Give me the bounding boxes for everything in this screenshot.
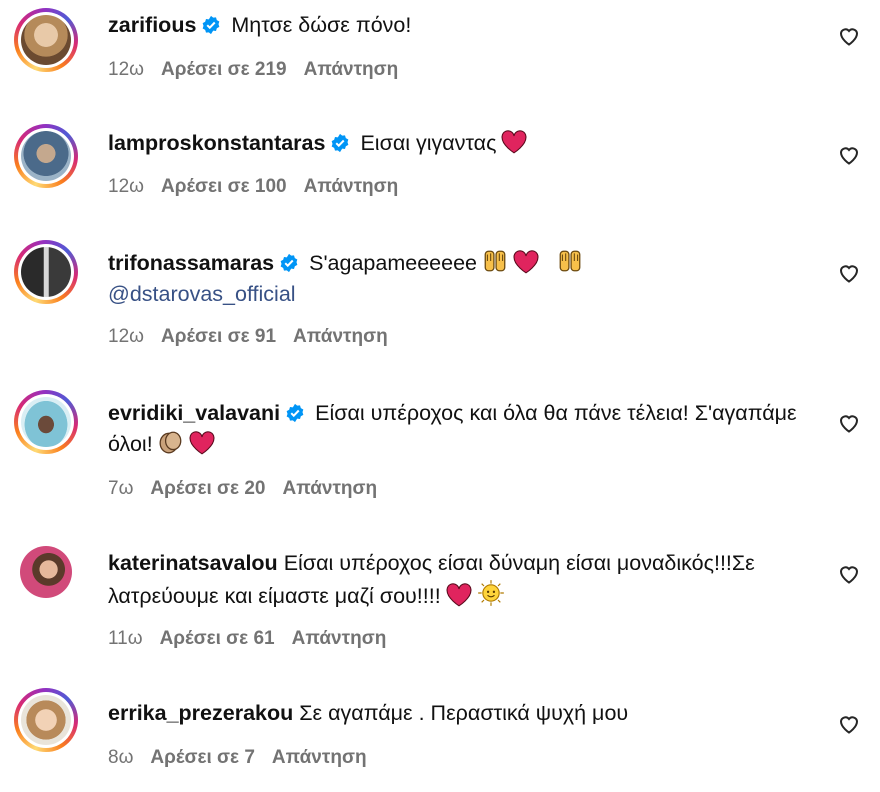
like-heart-icon[interactable] (837, 261, 861, 285)
like-heart-icon[interactable] (837, 562, 861, 586)
mention-link[interactable]: @dstarovas_official (108, 282, 296, 306)
username[interactable]: trifonassamaras (108, 251, 274, 275)
comment-text: Σε αγαπάμε . Περαστικά ψυχή μου (299, 701, 629, 725)
clapping-hands-emoji-icon (159, 431, 182, 454)
avatar[interactable] (14, 8, 78, 72)
reply-button[interactable]: Απάντηση (304, 59, 399, 80)
username[interactable]: errika_prezerakou (108, 701, 293, 725)
username[interactable]: evridiki_valavani (108, 401, 280, 425)
red-heart-emoji-icon (446, 583, 472, 607)
username[interactable]: katerinatsavalou (108, 551, 278, 575)
likes-count[interactable]: Αρέσει σε 20 (150, 478, 265, 499)
verified-badge-icon (203, 15, 220, 35)
comment-body: errika_prezerakou Σε αγαπάμε . Περαστικά … (108, 698, 808, 729)
timestamp[interactable]: 12ω (108, 176, 144, 197)
reply-button[interactable]: Απάντηση (282, 478, 377, 499)
comment-body: katerinatsavalou Είσαι υπέροχος είσαι δύν… (108, 548, 808, 612)
like-heart-icon[interactable] (837, 24, 861, 48)
comment-body: trifonassamaras S'agapameeeeee @dstarova… (108, 248, 808, 310)
avatar[interactable] (14, 240, 78, 304)
likes-count[interactable]: Αρέσει σε 219 (161, 59, 287, 80)
avatar[interactable] (14, 124, 78, 188)
red-heart-emoji-icon (513, 250, 539, 274)
comment-text: Μητσε δώσε πόνο! (231, 13, 412, 37)
reply-button[interactable]: Απάντηση (293, 326, 388, 347)
verified-badge-icon (332, 133, 349, 153)
like-heart-icon[interactable] (837, 712, 861, 736)
reply-button[interactable]: Απάντηση (292, 628, 387, 649)
comment-text: S'agapameeeeee (309, 251, 477, 275)
comment-body: evridiki_valavani Είσαι υπέροχος και όλα… (108, 398, 808, 460)
likes-count[interactable]: Αρέσει σε 100 (161, 176, 287, 197)
verified-badge-icon (286, 403, 304, 423)
username[interactable]: lamproskonstantaras (108, 131, 325, 155)
like-heart-icon[interactable] (837, 143, 861, 167)
likes-count[interactable]: Αρέσει σε 91 (161, 326, 276, 347)
comment-text: Εισαι γιγαντας (360, 131, 497, 155)
timestamp[interactable]: 8ω (108, 747, 133, 768)
timestamp[interactable]: 11ω (108, 628, 143, 649)
reply-button[interactable]: Απάντηση (272, 747, 367, 768)
comment-body: lamproskonstantaras Εισαι γιγαντας (108, 128, 808, 159)
comment-meta: 11ω Αρέσει σε 61 Απάντηση (108, 628, 403, 650)
comment-meta: 12ω Αρέσει σε 219 Απάντηση (108, 59, 415, 81)
verified-badge-icon (280, 253, 298, 273)
raising-hands-emoji-icon (559, 250, 581, 272)
comment-meta: 12ω Αρέσει σε 91 Απάντηση (108, 326, 405, 348)
likes-count[interactable]: Αρέσει σε 7 (150, 747, 254, 768)
avatar[interactable] (14, 390, 78, 454)
timestamp[interactable]: 7ω (108, 478, 133, 499)
timestamp[interactable]: 12ω (108, 326, 144, 347)
username[interactable]: zarifious (108, 13, 196, 37)
red-heart-emoji-icon (502, 130, 527, 154)
like-heart-icon[interactable] (837, 411, 861, 435)
avatar[interactable] (14, 688, 78, 752)
comment-meta: 12ω Αρέσει σε 100 Απάντηση (108, 176, 415, 198)
reply-button[interactable]: Απάντηση (304, 176, 399, 197)
raising-hands-emoji-icon (484, 250, 506, 272)
sun-with-face-emoji-icon (477, 580, 504, 606)
comment-meta: 7ω Αρέσει σε 20 Απάντηση (108, 478, 394, 500)
red-heart-emoji-icon (189, 431, 215, 455)
comment-meta: 8ω Αρέσει σε 7 Απάντηση (108, 747, 384, 769)
timestamp[interactable]: 12ω (108, 59, 144, 80)
likes-count[interactable]: Αρέσει σε 61 (160, 628, 275, 649)
comment-body: zarifious Μητσε δώσε πόνο! (108, 10, 808, 41)
avatar[interactable] (14, 540, 78, 604)
